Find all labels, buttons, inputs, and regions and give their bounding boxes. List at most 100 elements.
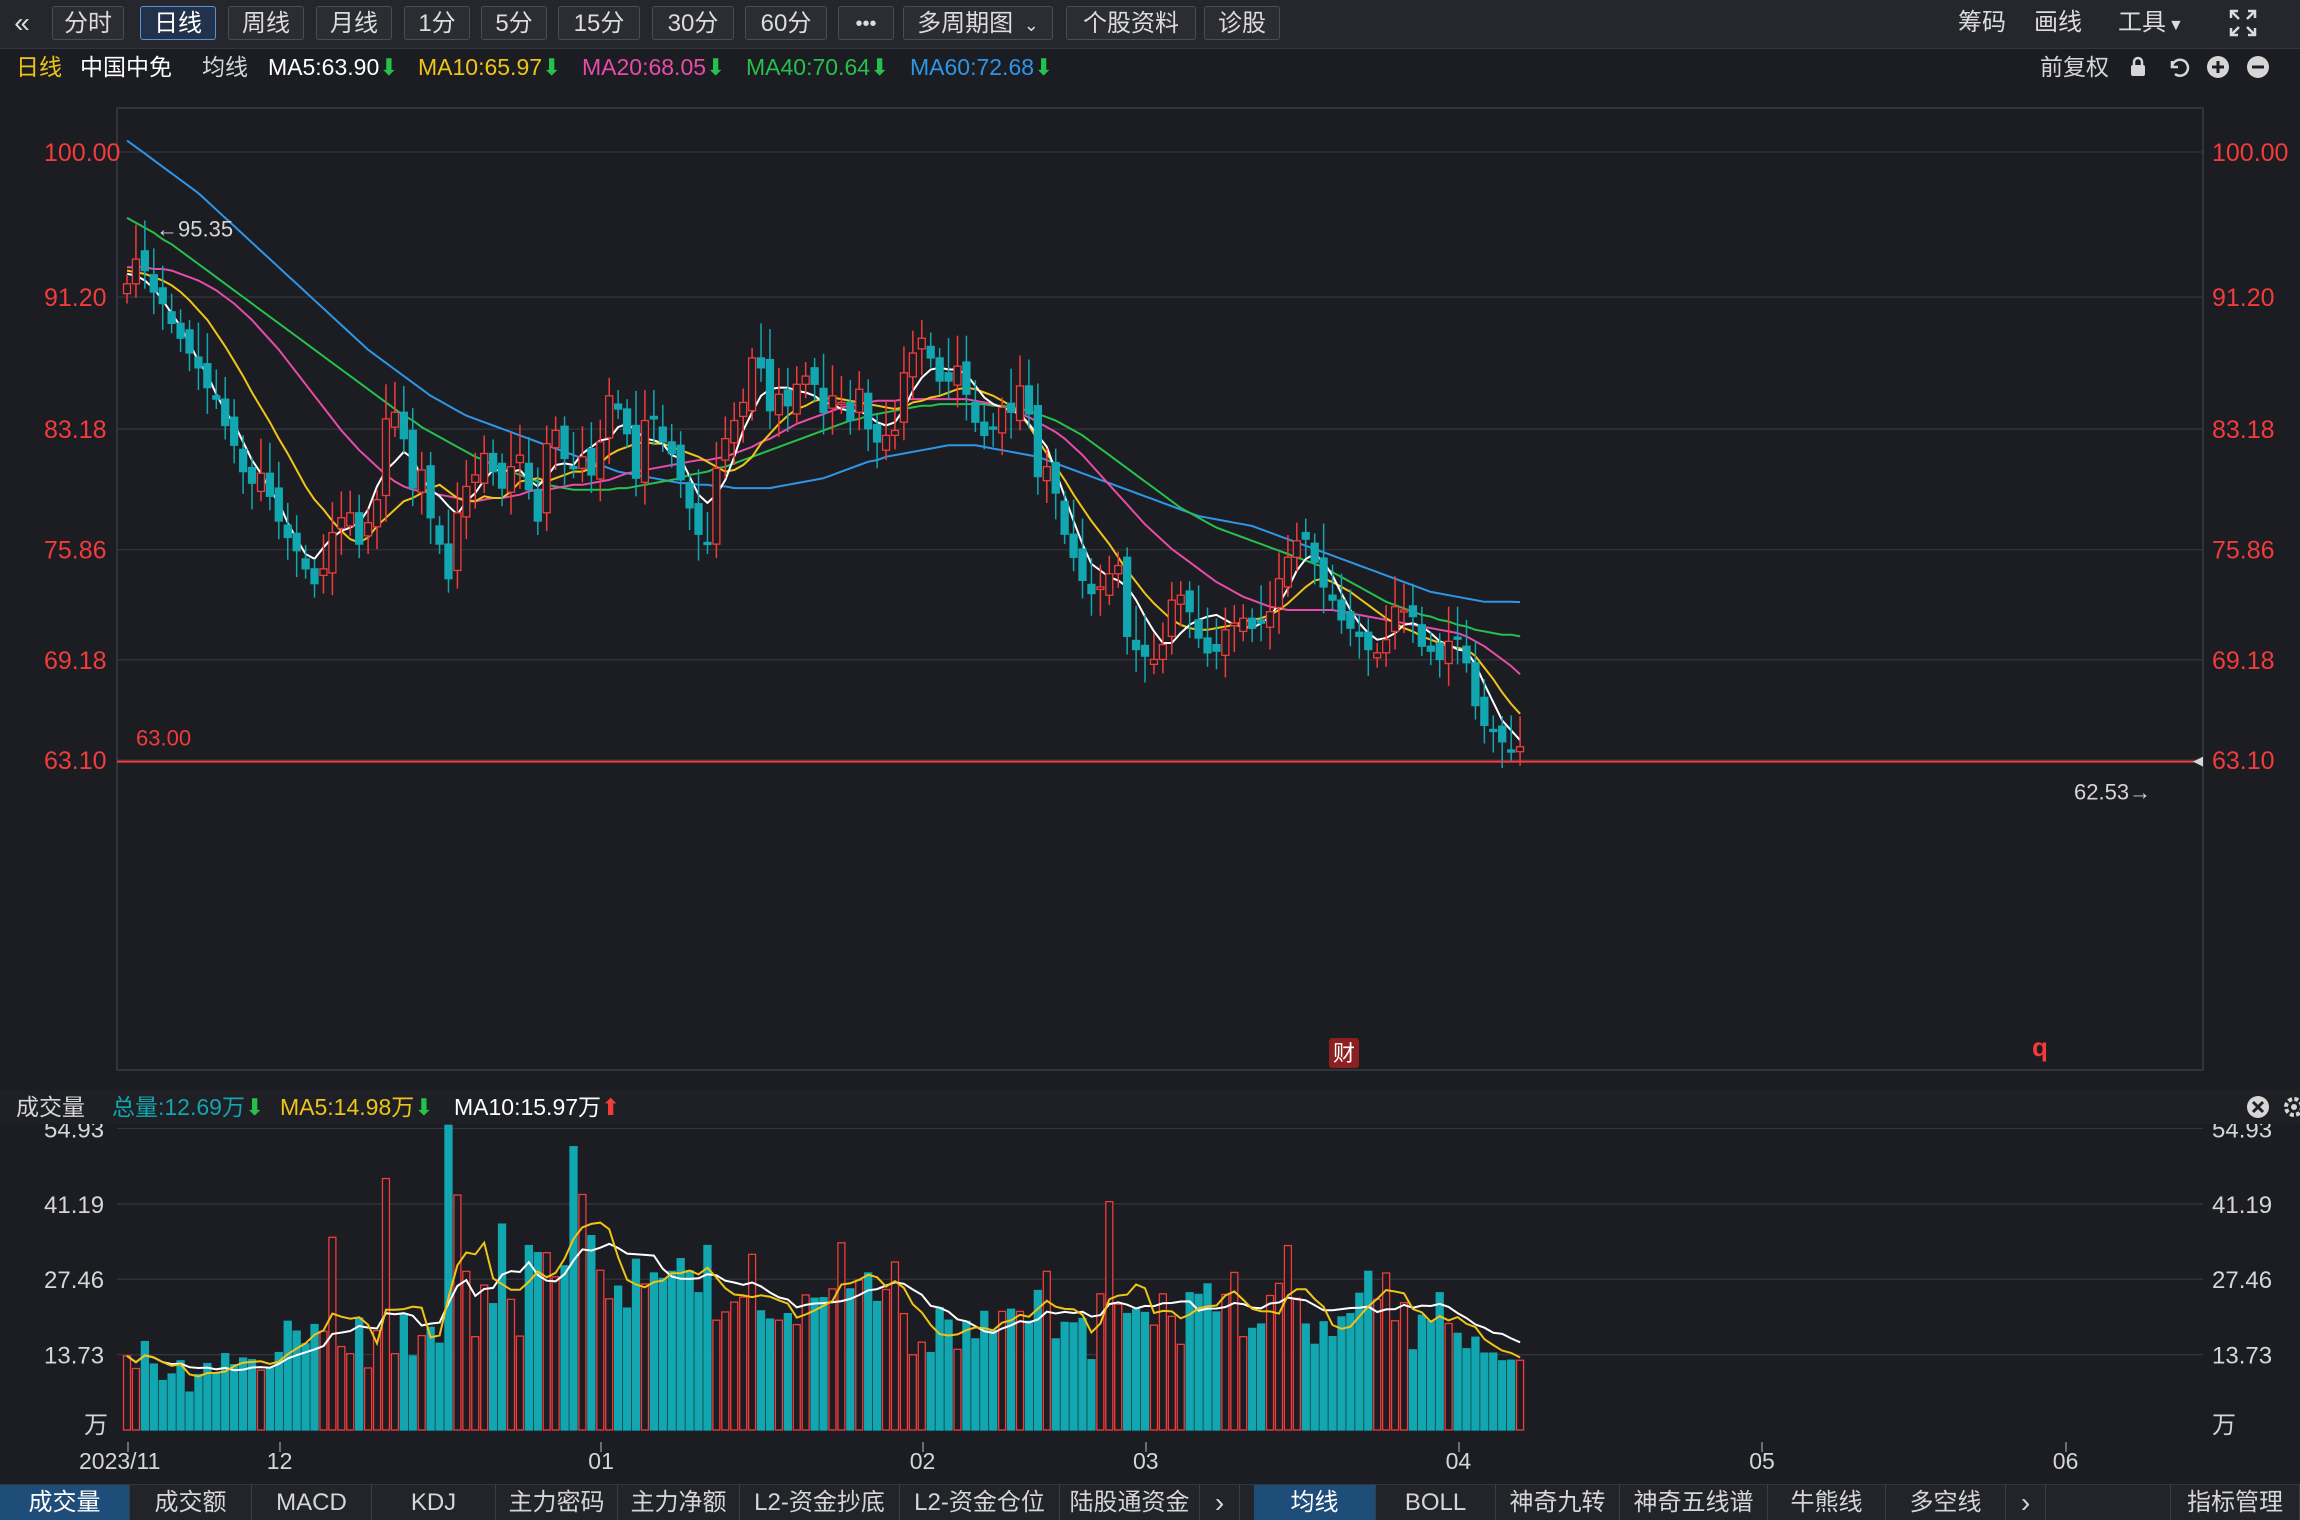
candle-down: [944, 372, 953, 382]
zoom-out-icon[interactable]: [2246, 55, 2270, 79]
volume-bar-down: [212, 1372, 221, 1431]
adjust-button[interactable]: 前复权: [2040, 50, 2109, 84]
volume-bar-up: [1274, 1282, 1284, 1431]
tab-ma[interactable]: 均线: [1254, 1485, 1376, 1520]
tools-button[interactable]: 工具 ▼: [2118, 6, 2184, 40]
price-chart[interactable]: 100.00 100.00 91.20 91.20 83.18 83.18 75.86 75.…: [0, 86, 2300, 1086]
gear-icon[interactable]: [2282, 1095, 2300, 1119]
period-button-60min[interactable]: 60分: [745, 6, 827, 40]
tab-kdj[interactable]: KDJ: [372, 1485, 496, 1520]
candle-down: [265, 472, 275, 497]
period-button-30min[interactable]: 30分: [652, 6, 734, 40]
tab-northbound[interactable]: 陆股通资金: [1060, 1485, 1200, 1520]
tab-main-code[interactable]: 主力密码: [496, 1485, 618, 1520]
x-axis-label: 01: [588, 1448, 614, 1474]
candle-down: [488, 452, 498, 473]
volume-bar-down: [176, 1360, 185, 1431]
candle-up: [1158, 643, 1168, 661]
volume-bar-down: [1480, 1352, 1489, 1431]
price-axis-label-left: 83.18: [44, 416, 107, 444]
tab-long-short[interactable]: 多空线: [1886, 1485, 2006, 1520]
volume-bar-down: [810, 1297, 819, 1431]
candle-up: [381, 418, 391, 497]
more-button[interactable]: •••: [838, 6, 894, 40]
volume-bar-down: [167, 1373, 176, 1431]
candle-up: [319, 568, 328, 577]
volume-bar-up: [1283, 1244, 1293, 1431]
price-grid: 100.00 100.00 91.20 91.20 83.18 83.18 75.86 75.…: [44, 139, 2288, 775]
volume-bar-up: [453, 1194, 462, 1431]
candle-down: [1319, 557, 1328, 588]
volume-axis-label-left: 54.93: [44, 1124, 104, 1143]
tab-magic-nine[interactable]: 神奇九转: [1496, 1485, 1620, 1520]
volume-bar-down: [408, 1355, 417, 1431]
volume-bar-down: [1328, 1336, 1337, 1431]
period-button-weekly[interactable]: 周线: [228, 6, 304, 40]
tab-magic-five[interactable]: 神奇五线谱: [1620, 1485, 1768, 1520]
candle-up: [480, 452, 489, 484]
diagnose-button[interactable]: 诊股: [1204, 6, 1280, 40]
tab-volume[interactable]: 成交量: [0, 1485, 130, 1520]
volume-bar-down: [1131, 1308, 1141, 1431]
volume-bar-up: [1292, 1297, 1301, 1431]
close-icon[interactable]: [2246, 1095, 2270, 1119]
volume-bar-up: [712, 1319, 721, 1431]
period-button-monthly[interactable]: 月线: [316, 6, 392, 40]
volume-axis-label-right: 27.46: [2212, 1267, 2272, 1294]
period-button-daily[interactable]: 日线: [140, 6, 216, 40]
tab-macd[interactable]: MACD: [252, 1485, 372, 1520]
tab-l2-bottom[interactable]: L2-资金抄底: [740, 1485, 900, 1520]
candle-up: [908, 352, 917, 378]
volume-header: 成交量 总量:12.69万⬇ MA5:14.98万⬇ MA10:15.97万⬆: [0, 1090, 2300, 1124]
candle-up: [890, 429, 900, 437]
chevron-right-icon[interactable]: ›: [2006, 1485, 2046, 1520]
draw-button[interactable]: 画线: [2034, 6, 2082, 40]
period-button-minute[interactable]: 分时: [52, 6, 124, 40]
tab-turnover[interactable]: 成交额: [130, 1485, 252, 1520]
indicator-manage-button[interactable]: 指标管理: [2170, 1485, 2300, 1520]
candle-down: [301, 558, 310, 570]
volume-total-text: 总量:12.69万: [112, 1094, 245, 1120]
tab-main-net[interactable]: 主力净额: [618, 1485, 740, 1520]
volume-bar-down: [1462, 1348, 1471, 1431]
tab-bull-bear[interactable]: 牛熊线: [1768, 1485, 1886, 1520]
candle-down: [194, 356, 203, 369]
volume-bar-up: [346, 1353, 355, 1431]
undo-icon[interactable]: [2166, 55, 2190, 79]
ma-label[interactable]: 均线: [202, 50, 248, 84]
fullscreen-icon[interactable]: [2228, 8, 2258, 38]
candle-up: [1381, 639, 1391, 654]
zoom-in-icon[interactable]: [2206, 55, 2230, 79]
volume-bar-up: [1230, 1271, 1239, 1431]
stock-name[interactable]: 中国中免: [80, 50, 172, 84]
stock-info-button[interactable]: 个股资料: [1066, 6, 1196, 40]
chevron-right-icon[interactable]: ›: [1200, 1485, 1240, 1520]
double-chevron-left-icon[interactable]: «: [8, 6, 36, 40]
candle-down: [1123, 556, 1132, 638]
volume-bar-down: [614, 1285, 623, 1431]
price-overlay: 63.00 ←95.35 62.53→ 财 q: [117, 217, 2203, 1068]
period-button-15min[interactable]: 15分: [558, 6, 640, 40]
volume-bar-down: [1212, 1311, 1221, 1431]
volume-chart[interactable]: 54.93 54.93 41.19 41.19 27.46 27.46 13.73 13.73…: [0, 1124, 2300, 1446]
volume-title[interactable]: 成交量: [16, 1090, 85, 1124]
volume-bar-up: [890, 1261, 900, 1431]
period-button-1min[interactable]: 1分: [404, 6, 470, 40]
candle-up: [122, 283, 132, 295]
period-button-5min[interactable]: 5分: [481, 6, 547, 40]
volume-bar-down: [1426, 1320, 1435, 1431]
chips-button[interactable]: 筹码: [1958, 6, 2006, 40]
candle-down: [444, 543, 453, 580]
candle-down: [399, 411, 408, 440]
volume-ma5: MA5:14.98万⬇: [280, 1090, 434, 1124]
tab-l2-position[interactable]: L2-资金仓位: [900, 1485, 1060, 1520]
volume-bar-up: [1167, 1315, 1176, 1431]
candle-down: [694, 503, 703, 535]
candle-down: [1355, 631, 1364, 638]
multi-period-button[interactable]: 多周期图 ⌄: [903, 6, 1053, 40]
lock-icon[interactable]: [2126, 55, 2150, 79]
candle-down: [631, 424, 641, 479]
tab-boll[interactable]: BOLL: [1376, 1485, 1496, 1520]
volume-bar-down: [1006, 1308, 1016, 1431]
candle-down: [1471, 662, 1480, 707]
